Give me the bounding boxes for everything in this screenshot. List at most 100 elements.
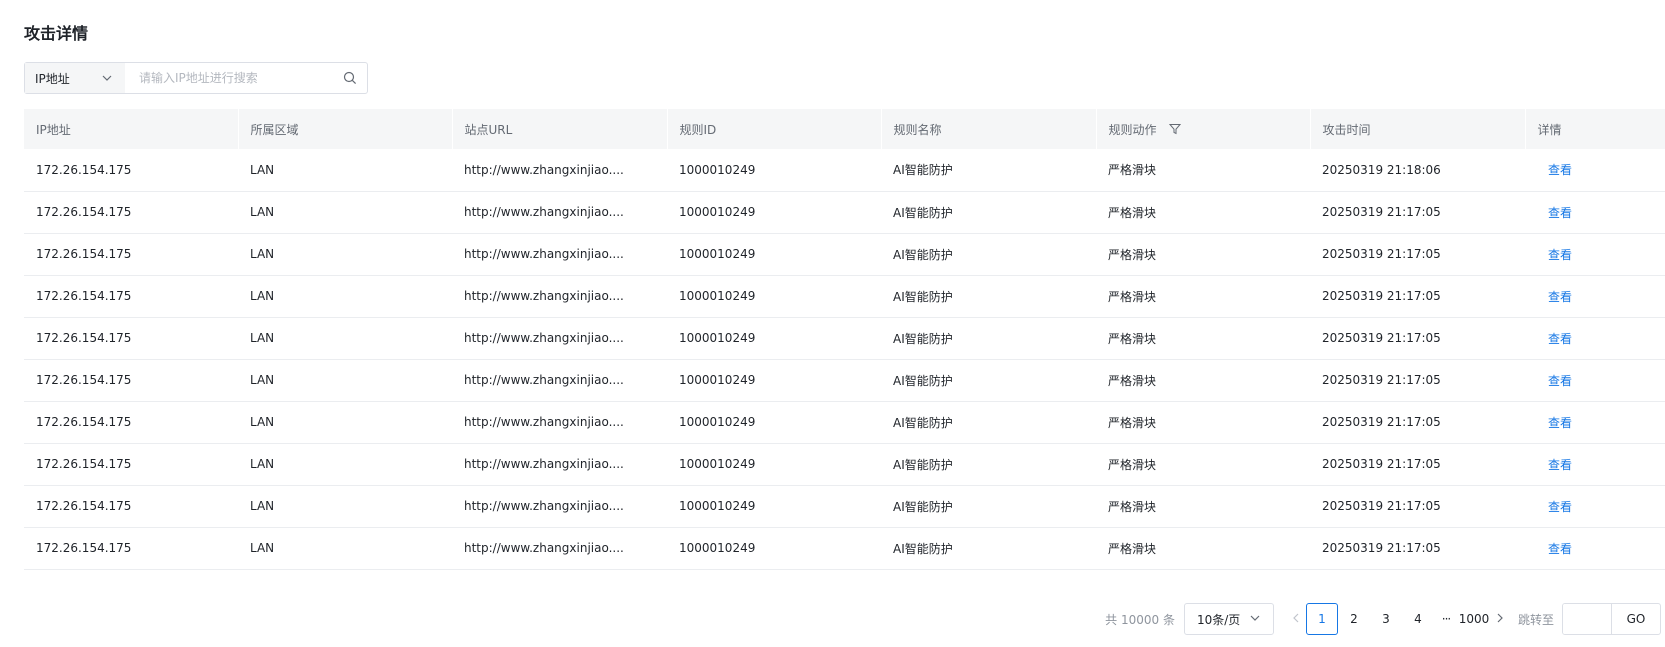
cell-region: LAN bbox=[250, 331, 275, 345]
page-button-3[interactable]: 3 bbox=[1370, 603, 1402, 635]
jump-to-input[interactable] bbox=[1563, 604, 1612, 634]
page-size-label: 10条/页 bbox=[1196, 612, 1241, 627]
attack-details-page: 攻击详情 IP地址 IP地址 所属区域 站点URL 规则ID 规则名称 bbox=[0, 0, 1665, 647]
table-cell: 1000010249 bbox=[667, 149, 881, 191]
search-bar: IP地址 bbox=[24, 62, 368, 94]
table-cell: 20250319 21:17:05 bbox=[1310, 191, 1525, 233]
view-detail-link[interactable]: 查看 bbox=[1537, 248, 1572, 262]
table-cell: 查看 bbox=[1525, 359, 1665, 401]
table-row: 172.26.154.175 LAN http://www.zhangxinjiao… bbox=[24, 149, 1665, 191]
cell-rule-name: AI智能防护 bbox=[893, 457, 953, 472]
cell-region: LAN bbox=[250, 457, 275, 471]
table-cell: 20250319 21:17:05 bbox=[1310, 233, 1525, 275]
table-cell: 严格滑块 bbox=[1096, 401, 1310, 443]
page-size-select[interactable]: 10条/页 bbox=[1183, 603, 1274, 635]
cell-rule-action: 严格滑块 bbox=[1108, 331, 1157, 346]
table-cell: LAN bbox=[238, 443, 452, 485]
table-cell: AI智能防护 bbox=[881, 149, 1096, 191]
column-header-rule-action-label: 规则动作 bbox=[1108, 122, 1157, 137]
cell-rule-name: AI智能防护 bbox=[893, 205, 953, 220]
table-cell: AI智能防护 bbox=[881, 485, 1096, 527]
cell-rule-name: AI智能防护 bbox=[893, 373, 953, 388]
page-button-last[interactable]: 1000 bbox=[1458, 603, 1490, 635]
cell-rule-action: 严格滑块 bbox=[1108, 415, 1157, 430]
view-detail-link[interactable]: 查看 bbox=[1537, 458, 1572, 472]
table-cell: 172.26.154.175 bbox=[24, 443, 238, 485]
attack-table: IP地址 所属区域 站点URL 规则ID 规则名称 规则动作 攻击时间 详情 1… bbox=[24, 109, 1665, 570]
view-detail-link[interactable]: 查看 bbox=[1537, 416, 1572, 430]
cell-ip: 172.26.154.175 bbox=[36, 331, 132, 345]
total-count: 共 10000 条 bbox=[1105, 612, 1175, 627]
cell-rule-name: AI智能防护 bbox=[893, 163, 953, 178]
page-button-1[interactable]: 1 bbox=[1305, 603, 1338, 635]
cell-rule-action: 严格滑块 bbox=[1108, 541, 1157, 556]
cell-rule-action: 严格滑块 bbox=[1108, 499, 1157, 514]
table-cell: LAN bbox=[238, 149, 452, 191]
search-field-select[interactable]: IP地址 bbox=[25, 63, 125, 93]
table-cell: 172.26.154.175 bbox=[24, 317, 238, 359]
table-cell: 172.26.154.175 bbox=[24, 233, 238, 275]
cell-rule-name: AI智能防护 bbox=[893, 331, 953, 346]
page-button-4[interactable]: 4 bbox=[1402, 603, 1434, 635]
go-button[interactable]: GO bbox=[1612, 604, 1660, 634]
cell-rule-action: 严格滑块 bbox=[1108, 289, 1157, 304]
table-row: 172.26.154.175 LAN http://www.zhangxinjiao… bbox=[24, 527, 1665, 569]
jump-to-label: 跳转至 bbox=[1517, 612, 1554, 627]
cell-attack-time: 20250319 21:17:05 bbox=[1322, 289, 1441, 303]
table-cell: 严格滑块 bbox=[1096, 317, 1310, 359]
cell-rule-id: 1000010249 bbox=[679, 373, 756, 387]
cell-rule-name: AI智能防护 bbox=[893, 541, 953, 556]
cell-url: http://www.zhangxinjiao.... bbox=[464, 415, 624, 429]
table-cell: 172.26.154.175 bbox=[24, 401, 238, 443]
view-detail-link[interactable]: 查看 bbox=[1537, 290, 1572, 304]
search-input[interactable] bbox=[125, 63, 333, 93]
cell-rule-id: 1000010249 bbox=[679, 162, 756, 177]
table-cell: AI智能防护 bbox=[881, 443, 1096, 485]
view-detail-link[interactable]: 查看 bbox=[1537, 332, 1572, 346]
table-row: 172.26.154.175 LAN http://www.zhangxinjiao… bbox=[24, 317, 1665, 359]
table-cell: http://www.zhangxinjiao.... bbox=[452, 485, 667, 527]
view-detail-link[interactable]: 查看 bbox=[1537, 206, 1572, 220]
table-cell: 查看 bbox=[1525, 191, 1665, 233]
view-detail-link[interactable]: 查看 bbox=[1537, 163, 1572, 177]
search-icon[interactable] bbox=[333, 63, 367, 93]
table-cell: LAN bbox=[238, 527, 452, 569]
table-cell: 1000010249 bbox=[667, 443, 881, 485]
view-detail-link[interactable]: 查看 bbox=[1537, 500, 1572, 514]
table-cell: LAN bbox=[238, 233, 452, 275]
table-cell: 严格滑块 bbox=[1096, 527, 1310, 569]
cell-ip: 172.26.154.175 bbox=[36, 499, 132, 513]
table-cell: LAN bbox=[238, 485, 452, 527]
cell-rule-action: 严格滑块 bbox=[1108, 205, 1157, 220]
cell-region: LAN bbox=[250, 162, 275, 177]
jump-to-group: GO bbox=[1562, 603, 1661, 635]
cell-ip: 172.26.154.175 bbox=[36, 415, 132, 429]
cell-ip: 172.26.154.175 bbox=[36, 373, 132, 387]
cell-region: LAN bbox=[250, 541, 275, 555]
column-header-ip: IP地址 bbox=[24, 109, 239, 149]
table-row: 172.26.154.175 LAN http://www.zhangxinjiao… bbox=[24, 401, 1665, 443]
table-row: 172.26.154.175 LAN http://www.zhangxinjiao… bbox=[24, 233, 1665, 275]
table-cell: AI智能防护 bbox=[881, 275, 1096, 317]
cell-rule-id: 1000010249 bbox=[679, 289, 756, 303]
prev-page-button[interactable] bbox=[1286, 603, 1306, 635]
table-cell: 严格滑块 bbox=[1096, 359, 1310, 401]
table-cell: 查看 bbox=[1525, 527, 1665, 569]
table-cell: 1000010249 bbox=[667, 275, 881, 317]
column-header-url: 站点URL bbox=[452, 109, 668, 149]
more-pages-ellipsis[interactable]: ··· bbox=[1434, 612, 1458, 626]
table-cell: 严格滑块 bbox=[1096, 149, 1310, 191]
view-detail-link[interactable]: 查看 bbox=[1537, 542, 1572, 556]
cell-attack-time: 20250319 21:17:05 bbox=[1322, 499, 1441, 513]
filter-icon[interactable] bbox=[1168, 123, 1181, 135]
table-cell: 严格滑块 bbox=[1096, 485, 1310, 527]
cell-rule-id: 1000010249 bbox=[679, 541, 756, 555]
column-header-region: 所属区域 bbox=[238, 109, 453, 149]
next-page-button[interactable] bbox=[1490, 603, 1510, 635]
page-button-2[interactable]: 2 bbox=[1338, 603, 1370, 635]
table-cell: LAN bbox=[238, 401, 452, 443]
cell-ip: 172.26.154.175 bbox=[36, 289, 132, 303]
view-detail-link[interactable]: 查看 bbox=[1537, 374, 1572, 388]
table-cell: 1000010249 bbox=[667, 527, 881, 569]
table-row: 172.26.154.175 LAN http://www.zhangxinjiao… bbox=[24, 275, 1665, 317]
